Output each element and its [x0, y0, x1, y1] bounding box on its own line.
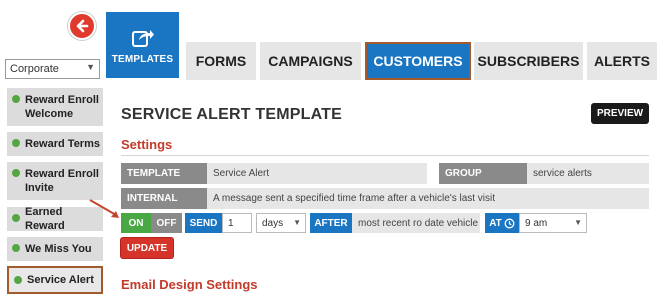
- divider: [121, 155, 649, 156]
- sidebar-item-reward-terms[interactable]: Reward Terms: [7, 132, 103, 156]
- group-field[interactable]: service alerts: [527, 163, 649, 184]
- status-dot: [12, 214, 20, 222]
- settings-heading: Settings: [121, 137, 173, 152]
- after-label: AFTER: [310, 213, 352, 233]
- unit-select[interactable]: days ▼: [256, 213, 306, 233]
- sidebar-item-label: We Miss You: [25, 243, 92, 255]
- tab-customers[interactable]: CUSTOMERS: [365, 42, 471, 80]
- toggle-on[interactable]: ON: [121, 213, 151, 233]
- sidebar-item-service-alert[interactable]: Service Alert: [7, 266, 103, 294]
- templates-tile[interactable]: TEMPLATES: [106, 12, 179, 78]
- arrow-left-icon: [76, 19, 89, 33]
- time-select[interactable]: 9 am ▼: [519, 213, 587, 233]
- status-dot: [14, 276, 22, 284]
- internal-description-field[interactable]: A message sent a specified time frame af…: [207, 188, 649, 209]
- tab-alerts[interactable]: ALERTS: [587, 42, 657, 80]
- back-button[interactable]: [68, 12, 96, 40]
- tab-campaigns[interactable]: CAMPAIGNS: [260, 42, 361, 80]
- after-field[interactable]: most recent ro date vehicle: [352, 213, 480, 233]
- sidebar-item-label: Service Alert: [27, 274, 94, 286]
- sidebar-item-reward-enroll-invite[interactable]: Reward Enroll Invite: [7, 162, 103, 200]
- status-dot: [12, 169, 20, 177]
- send-label: SEND: [185, 213, 222, 233]
- sidebar-item-label: Reward Enroll Welcome: [25, 94, 99, 120]
- email-design-heading: Email Design Settings: [121, 277, 258, 292]
- template-name-field[interactable]: Service Alert: [207, 163, 427, 184]
- unit-select-value: days: [262, 217, 284, 229]
- sidebar-item-we-miss-you[interactable]: We Miss You: [7, 237, 103, 261]
- sidebar-item-reward-enroll-welcome[interactable]: Reward Enroll Welcome: [7, 88, 103, 126]
- preview-button[interactable]: PREVIEW: [591, 103, 649, 124]
- update-button[interactable]: UPDATE: [121, 238, 173, 258]
- group-label: GROUP: [439, 163, 527, 184]
- company-select[interactable]: Corporate ▼: [5, 59, 100, 79]
- time-select-value: 9 am: [525, 217, 548, 229]
- annotation-arrow: [89, 199, 119, 218]
- send-quantity-input[interactable]: 1: [222, 213, 252, 233]
- chevron-down-icon: ▼: [86, 62, 95, 72]
- toggle-off[interactable]: OFF: [151, 213, 182, 233]
- company-select-value: Corporate: [10, 63, 59, 75]
- templates-label: TEMPLATES: [111, 53, 174, 65]
- at-label: AT: [485, 213, 519, 233]
- tab-subscribers[interactable]: SUBSCRIBERS: [474, 42, 583, 80]
- status-dot: [12, 95, 20, 103]
- internal-label: INTERNAL: [121, 188, 207, 209]
- sidebar-item-label: Reward Enroll Invite: [25, 168, 99, 194]
- chevron-down-icon: ▼: [574, 218, 582, 227]
- tab-forms[interactable]: FORMS: [186, 42, 256, 80]
- sidebar-item-label: Reward Terms: [25, 138, 100, 150]
- template-label: TEMPLATE: [121, 163, 207, 184]
- status-dot: [12, 244, 20, 252]
- page-title: SERVICE ALERT TEMPLATE: [121, 106, 343, 123]
- status-dot: [12, 139, 20, 147]
- clock-icon: [504, 218, 515, 228]
- chevron-down-icon: ▼: [293, 218, 301, 227]
- share-icon: [131, 29, 154, 47]
